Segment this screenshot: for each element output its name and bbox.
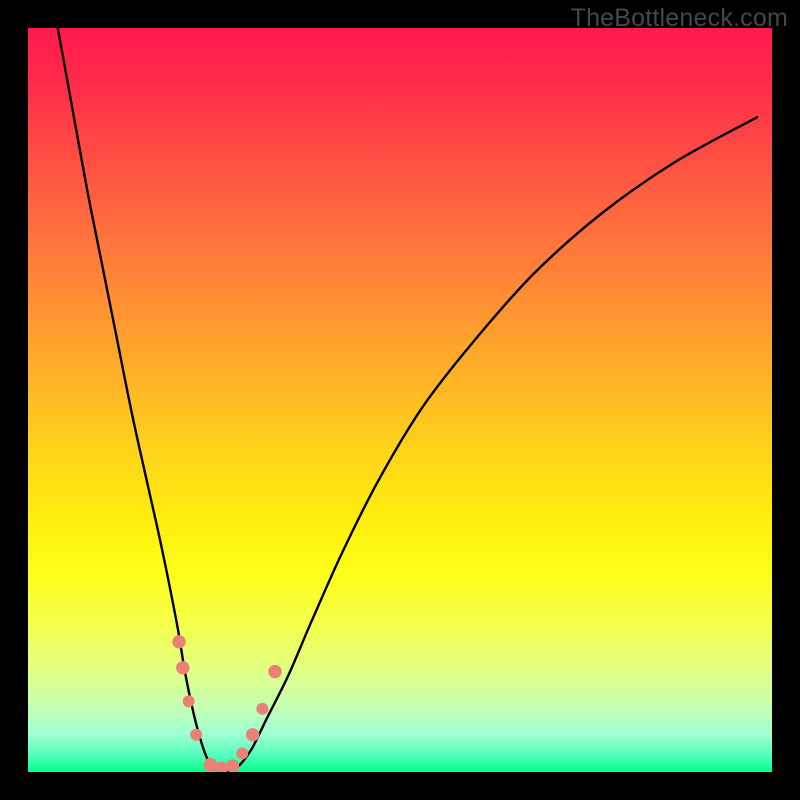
marker-dot <box>236 747 248 759</box>
watermark-text: TheBottleneck.com <box>571 4 788 33</box>
marker-dot <box>190 729 202 741</box>
marker-dot <box>256 703 268 715</box>
marker-dot <box>226 759 239 772</box>
plot-area <box>28 28 772 772</box>
marker-dot <box>246 728 259 741</box>
marker-dot <box>268 665 281 678</box>
marker-dot <box>172 635 185 648</box>
bottleneck-curve <box>58 28 757 772</box>
marker-dot <box>183 695 195 707</box>
marker-dot <box>176 661 189 674</box>
outer-frame: TheBottleneck.com <box>0 0 800 800</box>
marker-group <box>172 635 281 772</box>
chart-svg <box>28 28 772 772</box>
